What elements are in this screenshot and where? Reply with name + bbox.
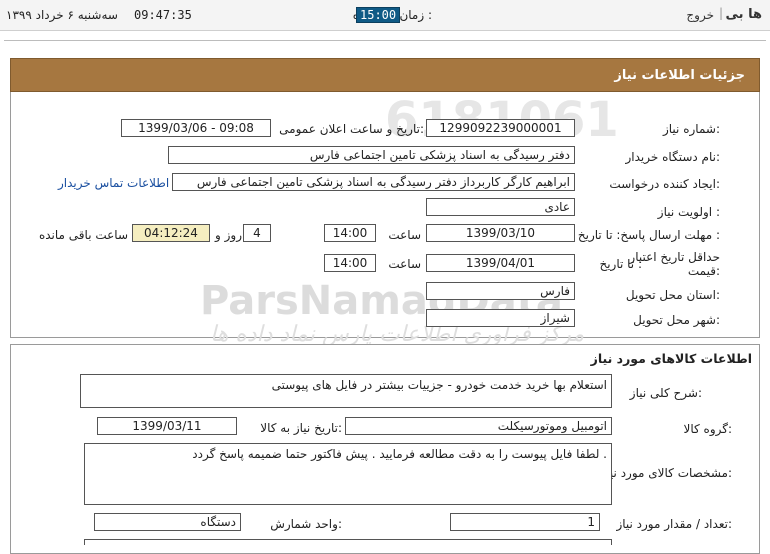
specs-label: مشخصات کالای مورد نیاز:: [600, 466, 732, 480]
group-field: اتومبیل وموتورسیکلت: [345, 417, 612, 435]
app-logo: ها بی: [725, 7, 762, 22]
days-label: روز و: [215, 228, 242, 242]
qty-label: تعداد / مقدار مورد نیاز:: [616, 517, 732, 531]
priority-label: اولویت نیاز :: [657, 205, 720, 219]
validity-time-label: ساعت: [388, 257, 421, 271]
deadline-time-field: 14:00: [324, 224, 376, 242]
buyer-contact-link[interactable]: اطلاعات تماس خریدار: [58, 176, 169, 190]
announce-field: 1399/03/06 - 09:08: [121, 119, 271, 137]
divider: |: [718, 6, 723, 20]
validity-time-field: 14:00: [324, 254, 376, 272]
announce-label: تاریخ و ساعت اعلان عمومی:: [279, 122, 424, 136]
desc-field: استعلام بها خرید خدمت خودرو - جزییات بیش…: [80, 374, 612, 408]
buyer-field: دفتر رسیدگی به اسناد پزشکی تامین اجتماعی…: [168, 146, 575, 164]
province-field: فارس: [426, 282, 575, 300]
creator-field: ابراهیم کارگر کاربرداز دفتر رسیدگی به اس…: [172, 173, 575, 191]
province-label: استان محل تحویل:: [625, 288, 720, 302]
days-field: 4: [243, 224, 271, 242]
deadline-time-label: ساعت: [388, 228, 421, 242]
need-date-field: 1399/03/11: [97, 417, 237, 435]
next-field-edge: [84, 539, 612, 545]
need-number-label: شماره نیاز:: [662, 122, 720, 136]
need-date-label: تاریخ نیاز به کالا:: [260, 421, 342, 435]
frame-top-line: [4, 40, 766, 41]
remaining-time-label: ساعت باقی مانده: [38, 228, 128, 242]
clock: 09:47:35: [134, 8, 192, 22]
validity-to-label: تا تاریخ :: [599, 257, 642, 271]
top-bar: ها بی | خروج زمان باقیمانده : 15:00 09:4…: [0, 0, 770, 31]
specs-field: لطفا فایل پیوست را به دقت مطالعه فرمایید…: [84, 443, 612, 505]
session-timer: 15:00: [356, 7, 401, 23]
group-label: گروه کالا:: [683, 422, 733, 436]
creator-label: ایجاد کننده درخواست:: [609, 177, 720, 191]
need-number-field: 1299092239000001: [426, 119, 575, 137]
need-details-header: جزئیات اطلاعات نیاز: [10, 58, 760, 92]
qty-field: 1: [450, 513, 600, 531]
unit-field: دستگاه: [94, 513, 241, 531]
page-title: جزئیات اطلاعات نیاز: [614, 68, 745, 83]
buyer-label: نام دستگاه خریدار:: [625, 150, 721, 164]
validity-date-field: 1399/04/01: [426, 254, 575, 272]
exit-link[interactable]: خروج: [686, 8, 714, 22]
remaining-time-field: 04:12:24: [132, 224, 210, 242]
deadline-date-field: 1399/03/10: [426, 224, 575, 242]
city-label: شهر محل تحویل:: [633, 313, 720, 327]
deadline-label: مهلت ارسال پاسخ: تا تاریخ :: [577, 228, 720, 242]
city-field: شیراز: [426, 309, 575, 327]
unit-label: واحد شمارش:: [270, 517, 342, 531]
current-date: سه‌شنبه ۶ خرداد ۱۳۹۹: [6, 8, 118, 22]
desc-label: شرح کلی نیاز:: [629, 386, 702, 400]
priority-field: عادی: [426, 198, 575, 216]
goods-info-title: اطلاعات کالاهای مورد نیاز: [590, 351, 752, 366]
